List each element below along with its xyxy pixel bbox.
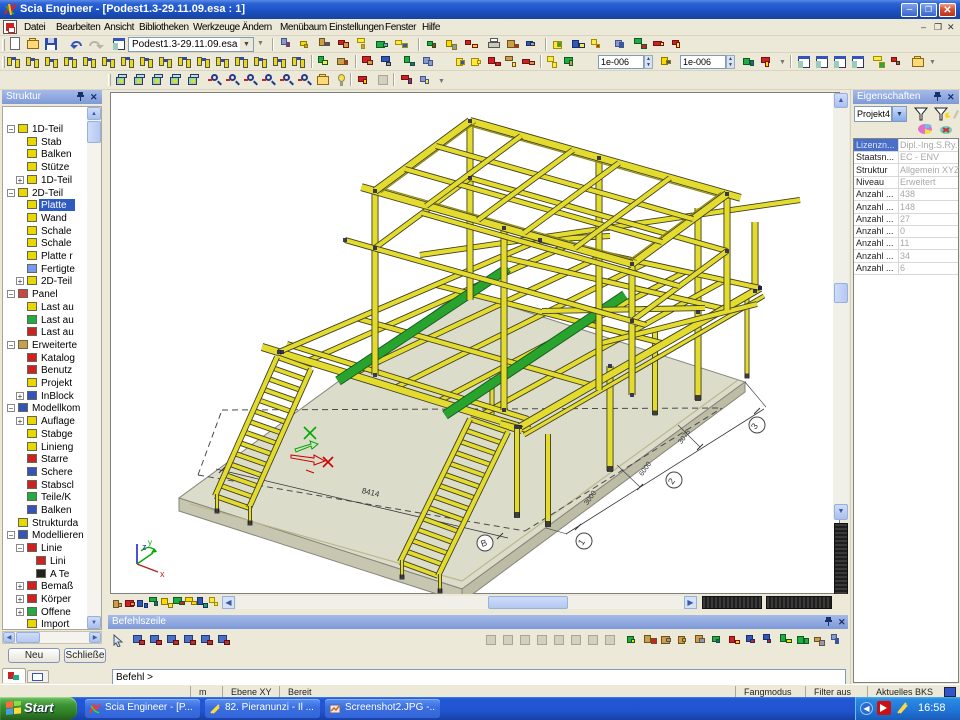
svg-text:y: y: [148, 538, 152, 547]
svg-text:z: z: [142, 542, 147, 552]
svg-text:x: x: [160, 569, 165, 579]
